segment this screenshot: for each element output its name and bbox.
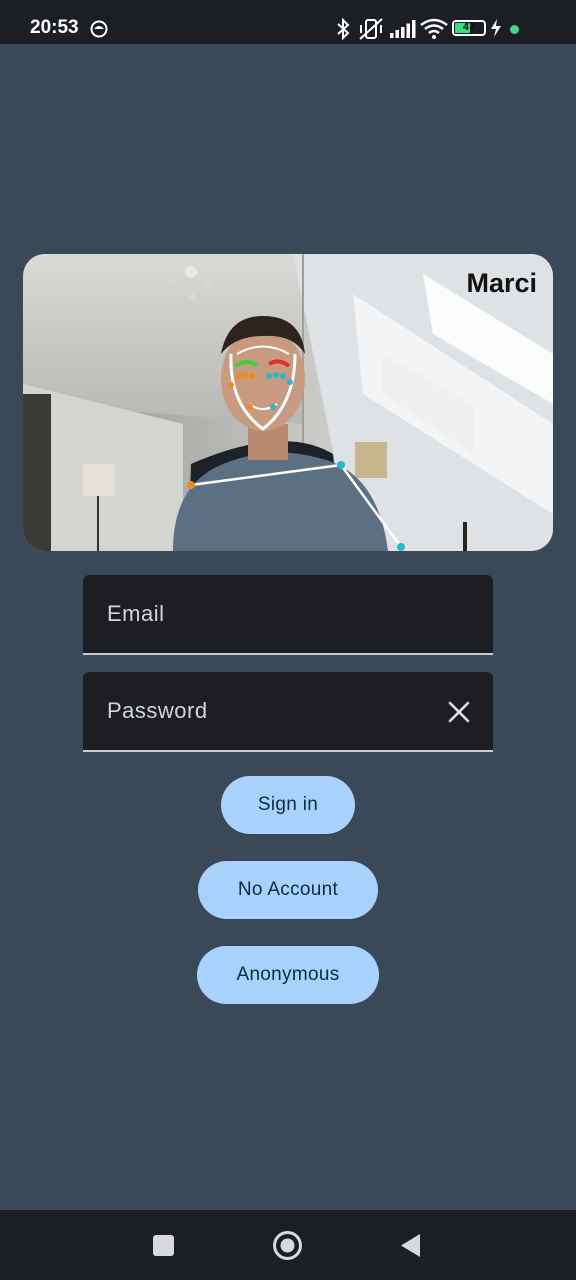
- vibrate-icon: [359, 18, 383, 40]
- sign-in-button[interactable]: Sign in: [221, 776, 355, 834]
- detected-user-name: Marci: [466, 268, 537, 298]
- anonymous-button[interactable]: Anonymous: [197, 946, 379, 1004]
- status-bar: 20:53 47: [0, 0, 576, 44]
- password-field[interactable]: [83, 672, 493, 752]
- password-input[interactable]: [83, 672, 493, 750]
- recents-square-icon[interactable]: [153, 1235, 174, 1256]
- wifi-icon: [420, 18, 448, 39]
- charging-icon: [491, 19, 501, 37]
- back-triangle-icon[interactable]: [400, 1233, 422, 1258]
- camera-preview: Marci: [23, 254, 553, 551]
- bluetooth-icon: [337, 18, 350, 40]
- battery-level: 47: [462, 21, 476, 33]
- status-time: 20:53: [30, 17, 79, 38]
- navigation-bar: [0, 1210, 576, 1280]
- no-account-button[interactable]: No Account: [198, 861, 378, 919]
- mic-active-dot-icon: [510, 25, 519, 34]
- notification-app-icon: [90, 20, 108, 38]
- battery-icon: 47: [452, 20, 486, 36]
- email-field[interactable]: [83, 575, 493, 655]
- clear-icon[interactable]: [445, 698, 473, 726]
- home-circle-icon[interactable]: [272, 1230, 303, 1261]
- email-input[interactable]: [83, 575, 493, 653]
- signal-icon: [390, 20, 416, 38]
